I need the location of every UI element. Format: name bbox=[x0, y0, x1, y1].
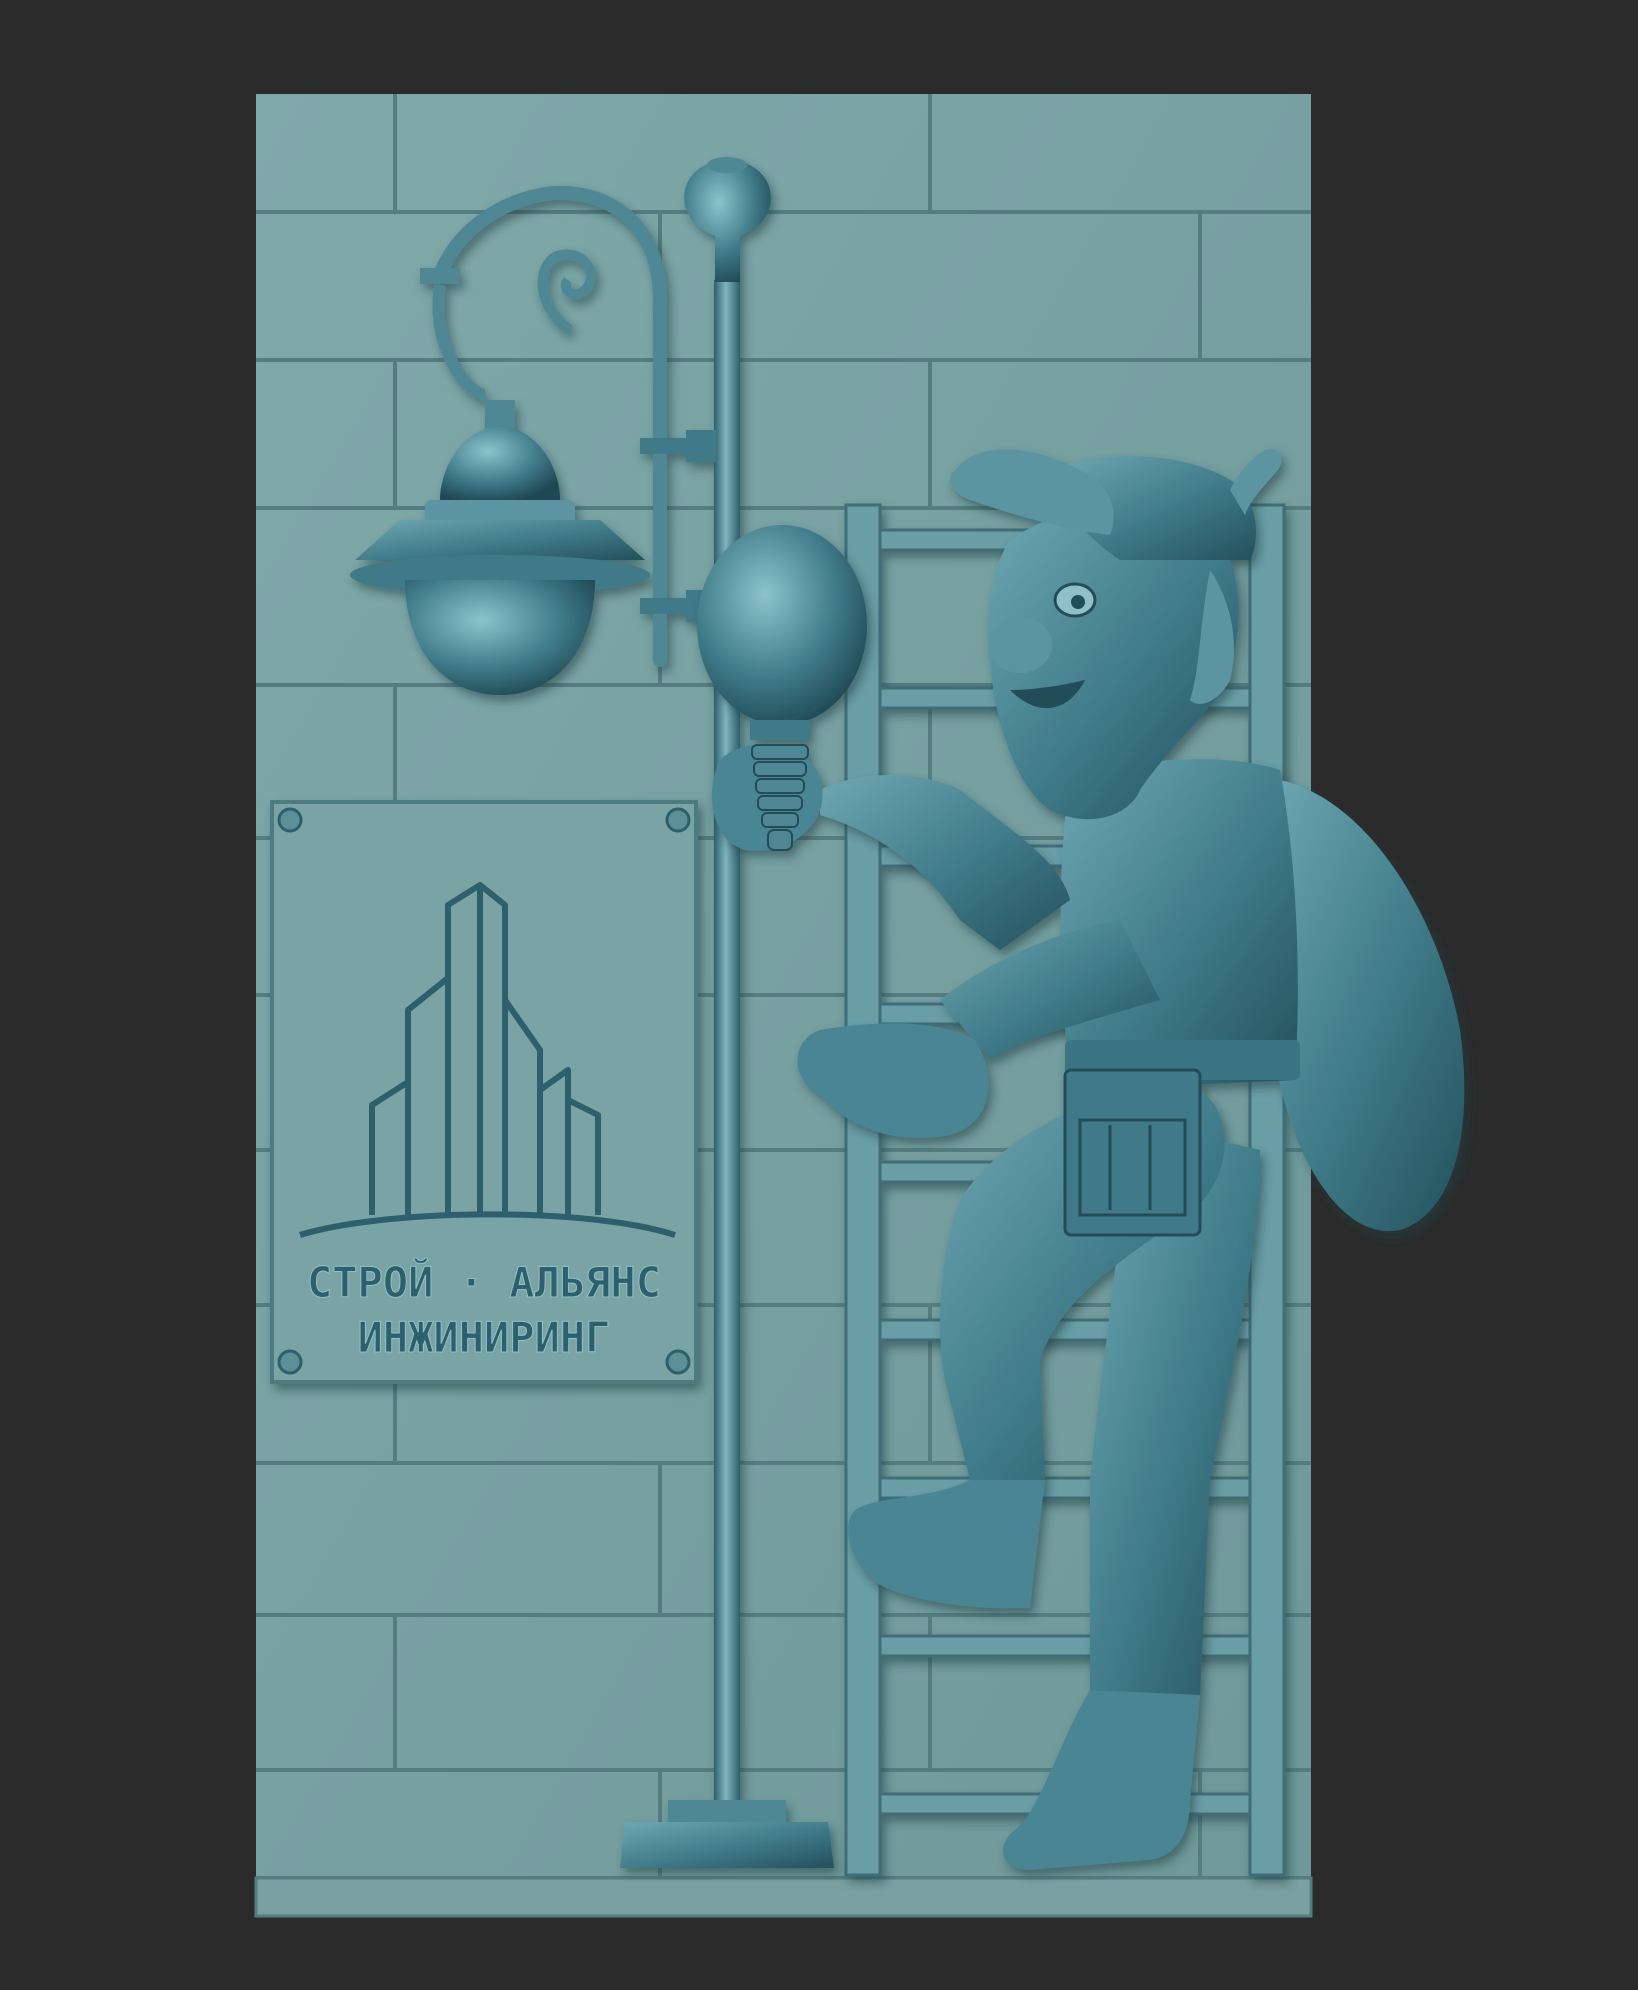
plaque-line1: СТРОЙ · АЛЬЯНС bbox=[307, 1257, 661, 1307]
plaque-line2: ИНЖИНИРИНГ bbox=[358, 1313, 611, 1362]
tool-pouch bbox=[1063, 1068, 1202, 1237]
nose bbox=[988, 617, 1052, 673]
company-plaque: СТРОЙ · АЛЬЯНС ИНЖИНИРИНГ bbox=[270, 800, 698, 1384]
relief-scene: СТРОЙ · АЛЬЯНС ИНЖИНИРИНГ bbox=[254, 94, 1465, 1918]
